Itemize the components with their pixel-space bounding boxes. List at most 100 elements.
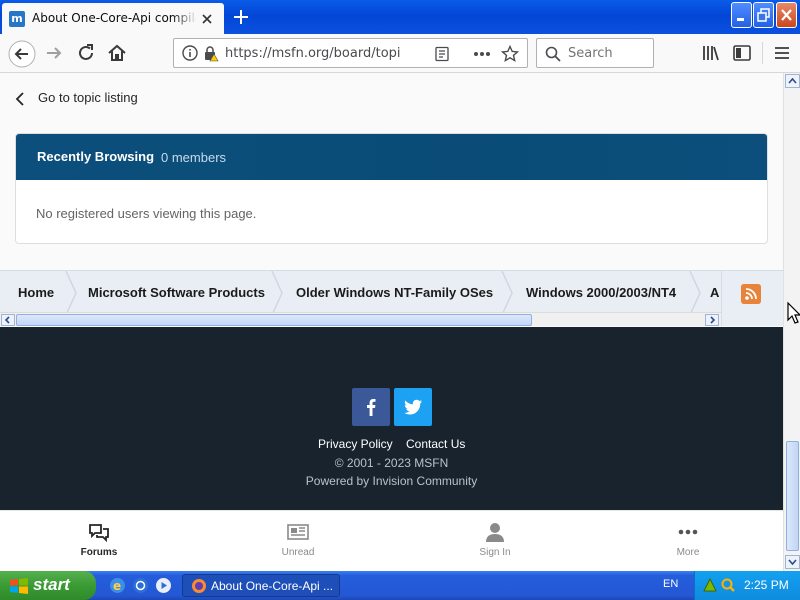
chevron-left-icon [15,92,24,106]
contact-us-link[interactable]: Contact Us [406,437,465,451]
start-button[interactable]: start [0,571,96,600]
mobile-bottom-nav: Forums Unread Sign In More [0,510,783,571]
breadcrumb-separator [271,271,283,315]
bookmark-star-icon[interactable] [501,45,519,63]
nav-forums[interactable]: Forums [39,511,159,571]
scroll-down-button[interactable] [785,555,800,569]
copyright-text: © 2001 - 2023 MSFN [334,456,449,470]
taskbar-window-label: About One-Core-Api ... [211,579,334,593]
reader-view-icon[interactable] [434,46,450,62]
breadcrumb-separator [65,271,77,315]
arrow-right-icon [710,316,716,324]
taskbar-firefox-window[interactable]: About One-Core-Api ... [182,574,340,597]
lock-warning-icon[interactable] [203,45,219,62]
search-bar[interactable]: Search [536,38,654,68]
arrow-down-icon [788,559,797,566]
scroll-right-button[interactable] [705,314,719,326]
windows-taskbar: start e About One-Core-Api ... EN 2:25 P… [0,571,800,600]
facebook-icon [367,399,376,416]
facebook-button[interactable] [352,388,390,426]
hamburger-menu-icon[interactable] [771,42,793,64]
network-tray-icon[interactable] [702,577,718,593]
reload-icon[interactable] [75,42,97,64]
minimize-icon [737,18,744,21]
forward-arrow-icon[interactable] [43,42,65,64]
nav-unread-label: Unread [281,547,315,558]
media-player-icon[interactable] [155,577,172,594]
search-icon [545,46,561,62]
rss-feed-icon[interactable] [741,284,761,304]
info-icon[interactable] [182,45,198,61]
site-footer: Privacy Policy Contact Us © 2001 - 2023 … [0,327,783,510]
recently-browsing-body: No registered users viewing this page. [36,206,257,221]
nav-forums-label: Forums [80,547,118,558]
tab-title-fade [172,7,198,29]
internet-explorer-icon[interactable]: e [109,577,126,594]
recently-browsing-widget: Recently Browsing 0 members No registere… [15,133,768,244]
new-tab-plus-icon[interactable] [229,5,253,29]
recently-browsing-title: Recently Browsing [37,149,155,164]
nav-more[interactable]: More [628,511,748,571]
newspaper-icon [287,524,309,540]
window-restore-button[interactable] [753,2,774,28]
twitter-button[interactable] [394,388,432,426]
recently-browsing-count: 0 members [161,150,227,165]
tab-close-icon[interactable] [199,11,215,27]
toolbar-divider [762,42,763,64]
back-link-label: Go to topic listing [38,90,138,105]
taskbar-clock[interactable]: 2:25 PM [744,578,789,592]
language-indicator[interactable]: EN [663,578,678,590]
address-bar[interactable]: https://msfn.org/board/topic/ [173,38,528,68]
horizontal-scrollbar[interactable] [0,312,721,326]
nav-sign-in-label: Sign In [479,547,511,558]
browser-tab[interactable]: m About One-Core-Api compilation - MSFN [2,3,224,34]
breadcrumb-separator [501,271,513,315]
window-minimize-button[interactable] [731,2,752,28]
page-viewport: Go to topic listing Recently Browsing 0 … [0,73,783,571]
breadcrumb-divider [721,271,722,326]
search-placeholder: Search [568,46,613,61]
twitter-icon [404,399,422,415]
restore-icon [757,8,770,22]
recently-browsing-header: Recently Browsing 0 members [16,134,767,180]
browser-titlebar: m About One-Core-Api compilation - MSFN [0,0,800,34]
url-text: https://msfn.org/board/topic/ [225,46,401,61]
breadcrumb-older-windows[interactable]: Older Windows NT-Family OSes [296,285,493,300]
msfn-favicon-icon: m [9,11,25,27]
breadcrumb: Home Microsoft Software Products Older W… [0,270,783,326]
horizontal-scroll-thumb[interactable] [16,314,532,326]
search-tray-icon[interactable] [720,577,736,593]
privacy-policy-link[interactable]: Privacy Policy [318,437,393,451]
scroll-left-button[interactable] [1,314,15,326]
firefox-window-icon [192,579,206,593]
breadcrumb-home[interactable]: Home [18,285,54,300]
svg-text:e: e [113,579,121,593]
arrow-up-icon [788,77,797,84]
breadcrumb-windows-2000[interactable]: Windows 2000/2003/NT4 [526,285,676,300]
sidebar-toggle-icon[interactable] [731,42,753,64]
more-dots-icon [678,529,698,535]
mouse-cursor-icon [787,302,800,324]
library-icon[interactable] [700,42,722,64]
arrow-left-icon [4,316,10,324]
browser-quicklaunch-icon[interactable] [132,577,149,594]
home-icon[interactable] [106,42,128,64]
nav-more-label: More [676,547,700,558]
scroll-up-button[interactable] [785,74,800,88]
nav-sign-in[interactable]: Sign In [435,511,555,571]
powered-by-link[interactable]: Powered by Invision Community [0,474,783,488]
breadcrumb-track: Home Microsoft Software Products Older W… [0,271,720,315]
browser-toolbar: https://msfn.org/board/topic/ Search [0,34,800,73]
system-tray: 2:25 PM [694,571,800,600]
breadcrumb-separator [689,271,701,315]
page-actions-dots-icon[interactable] [472,46,492,62]
window-close-button[interactable] [776,2,797,28]
breadcrumb-microsoft-software[interactable]: Microsoft Software Products [88,285,265,300]
windows-logo-icon [10,578,28,594]
breadcrumb-truncated[interactable]: Al [710,285,720,300]
vertical-scroll-thumb[interactable] [786,441,799,551]
start-label: start [33,575,70,594]
user-icon [486,523,504,542]
back-arrow-icon[interactable] [8,40,36,68]
nav-unread[interactable]: Unread [238,511,358,571]
